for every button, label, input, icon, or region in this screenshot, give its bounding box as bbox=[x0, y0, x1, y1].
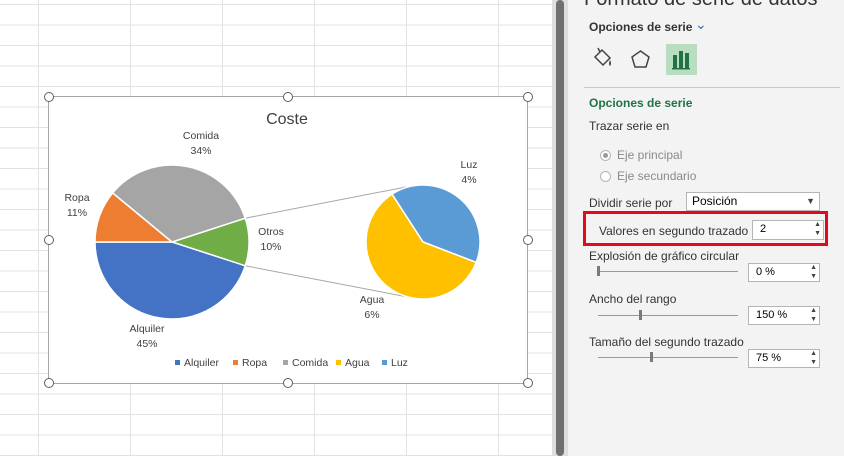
spinner-arrows-icon[interactable]: ▲ ▼ bbox=[810, 306, 817, 324]
resize-handle-top[interactable] bbox=[283, 92, 293, 102]
primary-axis-label: Eje principal bbox=[617, 148, 683, 162]
highlight-box bbox=[583, 211, 828, 246]
spinner-arrows-icon[interactable]: ▲ ▼ bbox=[810, 349, 817, 367]
data-label-value-comida[interactable]: 34% bbox=[190, 145, 211, 157]
explosion-slider-thumb[interactable] bbox=[597, 266, 600, 276]
data-label-name-agua[interactable]: Agua bbox=[360, 294, 385, 306]
data-label-name-otros[interactable]: Otros bbox=[258, 226, 284, 238]
data-label-value-agua[interactable]: 6% bbox=[364, 309, 379, 321]
resize-handle-top-left[interactable] bbox=[44, 92, 54, 102]
gap-width-value: 150 % bbox=[756, 309, 788, 321]
data-label-name-ropa[interactable]: Ropa bbox=[64, 192, 89, 204]
secondary-axis-radio[interactable] bbox=[600, 171, 611, 182]
gap-width-slider-track[interactable] bbox=[598, 315, 738, 316]
legend-swatch-agua[interactable] bbox=[336, 360, 341, 365]
chart-title[interactable]: Coste bbox=[266, 111, 308, 128]
plot-series-on-label: Trazar serie en bbox=[589, 119, 670, 133]
data-label-value-alquiler[interactable]: 45% bbox=[136, 338, 157, 350]
chart-area[interactable]: Coste Comida 34% Ropa 11% Otros 10% Alquiler 45… bbox=[48, 96, 528, 384]
secondary-axis-label: Eje secundario bbox=[617, 169, 697, 183]
split-series-dropdown[interactable]: Posición ▼ bbox=[686, 192, 820, 211]
explosion-spinner[interactable]: 0 % ▲ ▼ bbox=[748, 263, 820, 282]
resize-handle-bottom-right[interactable] bbox=[523, 378, 533, 388]
split-series-value: Posición bbox=[692, 194, 738, 208]
data-label-value-luz[interactable]: 4% bbox=[461, 174, 476, 186]
legend-swatch-alquiler[interactable] bbox=[175, 360, 180, 365]
legend-label-ropa[interactable]: Ropa bbox=[242, 357, 267, 369]
second-plot-size-slider-thumb[interactable] bbox=[650, 352, 653, 362]
second-plot-size-value: 75 % bbox=[756, 352, 782, 364]
resize-handle-bottom-left[interactable] bbox=[44, 378, 54, 388]
dropdown-arrow-icon: ▼ bbox=[806, 196, 815, 206]
gap-width-spinner[interactable]: 150 % ▲ ▼ bbox=[748, 306, 820, 325]
data-label-value-otros[interactable]: 10% bbox=[260, 241, 281, 253]
data-label-name-comida[interactable]: Comida bbox=[183, 130, 219, 142]
pie-of-pie-chart[interactable]: Coste Comida 34% Ropa 11% Otros 10% Alquiler 45… bbox=[49, 97, 527, 383]
scrollbar-thumb[interactable] bbox=[556, 0, 564, 456]
legend-swatch-ropa[interactable] bbox=[233, 360, 238, 365]
gap-width-slider-thumb[interactable] bbox=[639, 310, 642, 320]
second-plot-size-spinner[interactable]: 75 % ▲ ▼ bbox=[748, 349, 820, 368]
resize-handle-top-right[interactable] bbox=[523, 92, 533, 102]
split-series-label: Dividir serie por bbox=[589, 196, 673, 210]
resize-handle-bottom[interactable] bbox=[283, 378, 293, 388]
vertical-scrollbar[interactable] bbox=[552, 0, 568, 456]
series-options-dropdown-label[interactable]: Opciones de serie bbox=[589, 20, 692, 34]
primary-axis-radio[interactable] bbox=[600, 150, 611, 161]
spinner-arrows-icon[interactable]: ▲ ▼ bbox=[810, 263, 817, 281]
second-plot-size-label: Tamaño del segundo trazado bbox=[589, 335, 744, 349]
legend-swatch-comida[interactable] bbox=[283, 360, 288, 365]
section-heading[interactable]: Opciones de serie bbox=[589, 96, 692, 110]
explosion-slider-track[interactable] bbox=[598, 271, 738, 272]
data-label-name-luz[interactable]: Luz bbox=[461, 159, 478, 171]
resize-handle-right[interactable] bbox=[523, 235, 533, 245]
legend-label-alquiler[interactable]: Alquiler bbox=[184, 357, 220, 369]
bar-chart-icon bbox=[672, 51, 690, 70]
second-plot-size-slider-track[interactable] bbox=[598, 357, 738, 358]
gap-width-label: Ancho del rango bbox=[589, 292, 677, 306]
effects-tab[interactable] bbox=[625, 44, 656, 75]
legend-swatch-luz[interactable] bbox=[382, 360, 387, 365]
chevron-down-icon[interactable]: ⌄ bbox=[695, 16, 707, 33]
pane-title: Formato de serie de datos bbox=[584, 0, 817, 11]
resize-handle-left[interactable] bbox=[44, 235, 54, 245]
data-label-name-alquiler[interactable]: Alquiler bbox=[129, 323, 165, 335]
data-label-value-ropa[interactable]: 11% bbox=[67, 207, 87, 219]
paint-bucket-icon bbox=[593, 47, 612, 67]
legend-label-comida[interactable]: Comida bbox=[292, 357, 328, 369]
divider bbox=[584, 87, 840, 88]
fill-line-tab[interactable] bbox=[587, 44, 618, 75]
pentagon-icon bbox=[631, 50, 650, 68]
pie-explosion-label: Explosión de gráfico circular bbox=[589, 249, 740, 263]
explosion-value: 0 % bbox=[756, 266, 775, 278]
series-options-tab[interactable] bbox=[666, 44, 697, 75]
legend-label-agua[interactable]: Agua bbox=[345, 357, 370, 369]
legend-label-luz[interactable]: Luz bbox=[391, 357, 408, 369]
